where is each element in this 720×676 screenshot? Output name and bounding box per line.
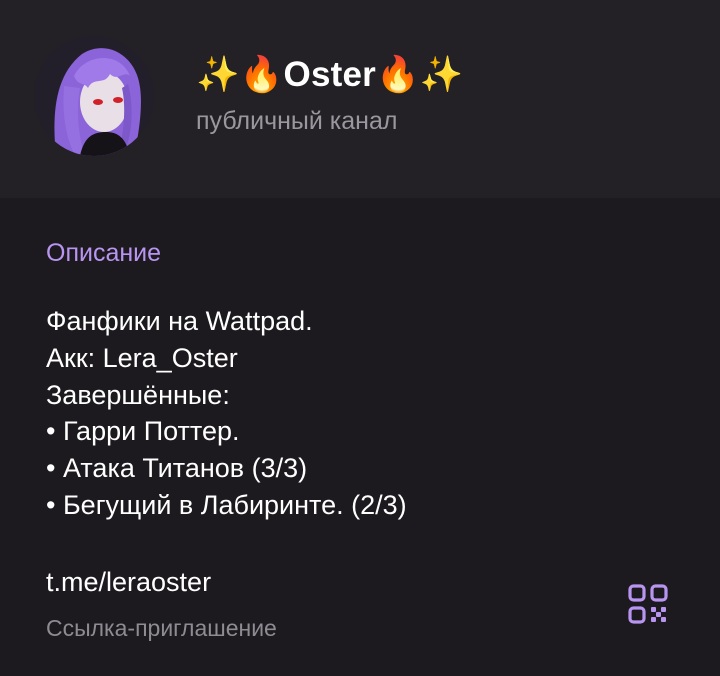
channel-title: ✨🔥Oster🔥✨ <box>196 55 464 94</box>
avatar-image <box>34 36 154 156</box>
description-line: Фанфики на Wattpad. <box>46 306 313 336</box>
description-line: • Гарри Поттер. <box>46 416 240 447</box>
invite-link-caption: Ссылка-приглашение <box>46 615 277 641</box>
description-line: Завершённые: <box>46 379 230 410</box>
channel-description[interactable]: Фанфики на Wattpad. Акк: Lera_Oster Заве… <box>46 303 666 524</box>
channel-header: ✨🔥Oster🔥✨ публичный канал <box>0 0 720 198</box>
description-line: • Бегущий в Лабиринте. (2/3) <box>46 489 407 520</box>
description-line: Акк: Lera_Oster <box>46 342 238 373</box>
qr-code-button[interactable] <box>620 576 676 632</box>
qr-code-icon <box>628 584 668 624</box>
description-section-title: Описание <box>46 239 162 267</box>
channel-type-label: публичный канал <box>196 107 398 135</box>
invite-link[interactable]: t.me/leraoster <box>46 564 211 600</box>
description-line: • Атака Титанов (3/3) <box>46 453 308 484</box>
channel-avatar[interactable] <box>34 36 154 156</box>
